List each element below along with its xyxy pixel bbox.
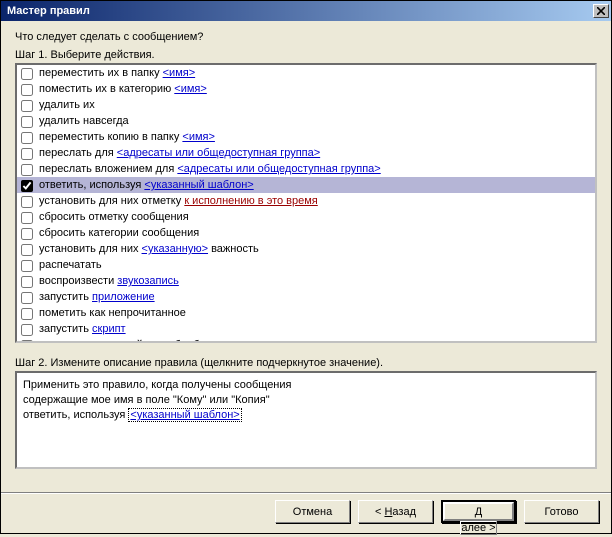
action-text: переслать для <адресаты или общедоступна… <box>39 146 320 161</box>
action-link[interactable]: <имя> <box>174 83 207 95</box>
action-text: установить для них отметку к исполнению … <box>39 194 318 209</box>
action-row[interactable]: запустить приложение <box>17 289 595 305</box>
action-row[interactable]: остановить дальнейшую обработку правил <box>17 337 595 343</box>
action-text: сбросить отметку сообщения <box>39 210 189 225</box>
action-text: остановить дальнейшую обработку правил <box>39 338 260 343</box>
action-text: воспроизвести звукозапись <box>39 274 179 289</box>
action-checkbox[interactable] <box>21 212 33 224</box>
action-row[interactable]: поместить их в категорию <имя> <box>17 81 595 97</box>
action-checkbox[interactable] <box>21 84 33 96</box>
action-row[interactable]: сбросить категории сообщения <box>17 225 595 241</box>
actions-listbox[interactable]: переместить их в папку <имя>поместить их… <box>15 63 597 343</box>
action-text: переместить их в папку <имя> <box>39 66 195 81</box>
desc-line1: Применить это правило, когда получены со… <box>23 378 589 393</box>
close-button[interactable] <box>593 4 609 18</box>
action-row[interactable]: установить для них отметку к исполнению … <box>17 193 595 209</box>
action-checkbox[interactable] <box>21 308 33 320</box>
action-checkbox[interactable] <box>21 244 33 256</box>
action-text: пометить как непрочитанное <box>39 306 186 321</box>
action-text: удалить навсегда <box>39 114 129 129</box>
finish-button[interactable]: Готово <box>524 500 599 523</box>
action-checkbox[interactable] <box>21 116 33 128</box>
action-text: запустить скрипт <box>39 322 126 337</box>
action-checkbox[interactable] <box>21 164 33 176</box>
content-area: Что следует сделать с сообщением? Шаг 1.… <box>1 21 611 493</box>
step1-label: Шаг 1. Выберите действия. <box>15 49 597 61</box>
action-link[interactable]: <адресаты или общедоступная группа> <box>177 163 380 175</box>
action-row[interactable]: установить для них <указанную> важность <box>17 241 595 257</box>
action-row[interactable]: сбросить отметку сообщения <box>17 209 595 225</box>
action-text: ответить, используя <указанный шаблон> <box>39 178 254 193</box>
desc-line2: содержащие мое имя в поле "Кому" или "Ко… <box>23 393 589 408</box>
action-link[interactable]: скрипт <box>92 323 126 335</box>
action-row[interactable]: ответить, используя <указанный шаблон> <box>17 177 595 193</box>
rules-wizard-window: Мастер правил Что следует сделать с сооб… <box>0 0 612 534</box>
action-row[interactable]: распечатать <box>17 257 595 273</box>
action-row[interactable]: переслать для <адресаты или общедоступна… <box>17 145 595 161</box>
action-row[interactable]: удалить навсегда <box>17 113 595 129</box>
action-link[interactable]: <указанный шаблон> <box>144 179 253 191</box>
desc-line3-pre: ответить, используя <box>23 409 128 421</box>
action-text: сбросить категории сообщения <box>39 226 199 241</box>
action-checkbox[interactable] <box>21 196 33 208</box>
template-link[interactable]: <указанный шаблон> <box>128 408 241 422</box>
action-checkbox[interactable] <box>21 340 33 344</box>
action-checkbox[interactable] <box>21 324 33 336</box>
next-button[interactable]: Далее > <box>441 500 516 523</box>
action-checkbox[interactable] <box>21 68 33 80</box>
button-row: Отмена < Назад Далее > Готово <box>1 493 611 533</box>
action-link[interactable]: <адресаты или общедоступная группа> <box>117 147 320 159</box>
action-checkbox[interactable] <box>21 276 33 288</box>
action-text: установить для них <указанную> важность <box>39 242 259 257</box>
action-text: распечатать <box>39 258 102 273</box>
action-text: запустить приложение <box>39 290 155 305</box>
action-checkbox[interactable] <box>21 100 33 112</box>
action-link[interactable]: звукозапись <box>117 275 179 287</box>
window-title: Мастер правил <box>7 5 90 17</box>
action-row[interactable]: переместить копию в папку <имя> <box>17 129 595 145</box>
action-text: поместить их в категорию <имя> <box>39 82 207 97</box>
close-icon <box>597 7 605 15</box>
action-row[interactable]: воспроизвести звукозапись <box>17 273 595 289</box>
action-row[interactable]: переместить их в папку <имя> <box>17 65 595 81</box>
action-checkbox[interactable] <box>21 260 33 272</box>
titlebar: Мастер правил <box>1 1 611 21</box>
action-link[interactable]: <указанную> <box>142 243 208 255</box>
action-checkbox[interactable] <box>21 292 33 304</box>
cancel-button[interactable]: Отмена <box>275 500 350 523</box>
action-checkbox[interactable] <box>21 180 33 192</box>
action-link[interactable]: <имя> <box>182 131 215 143</box>
action-row[interactable]: переслать вложением для <адресаты или об… <box>17 161 595 177</box>
desc-line3: ответить, используя <указанный шаблон> <box>23 408 589 423</box>
action-row[interactable]: удалить их <box>17 97 595 113</box>
action-checkbox[interactable] <box>21 132 33 144</box>
step2-label: Шаг 2. Измените описание правила (щелкни… <box>15 357 597 369</box>
action-text: переместить копию в папку <имя> <box>39 130 215 145</box>
action-link[interactable]: приложение <box>92 291 155 303</box>
action-row[interactable]: пометить как непрочитанное <box>17 305 595 321</box>
action-checkbox[interactable] <box>21 228 33 240</box>
back-button[interactable]: < Назад <box>358 500 433 523</box>
action-link[interactable]: к исполнению в это время <box>184 195 317 207</box>
action-link[interactable]: <имя> <box>163 67 196 79</box>
prompt-text: Что следует сделать с сообщением? <box>15 31 597 43</box>
action-text: удалить их <box>39 98 95 113</box>
rule-description-box: Применить это правило, когда получены со… <box>15 371 597 469</box>
action-row[interactable]: запустить скрипт <box>17 321 595 337</box>
action-text: переслать вложением для <адресаты или об… <box>39 162 381 177</box>
action-checkbox[interactable] <box>21 148 33 160</box>
